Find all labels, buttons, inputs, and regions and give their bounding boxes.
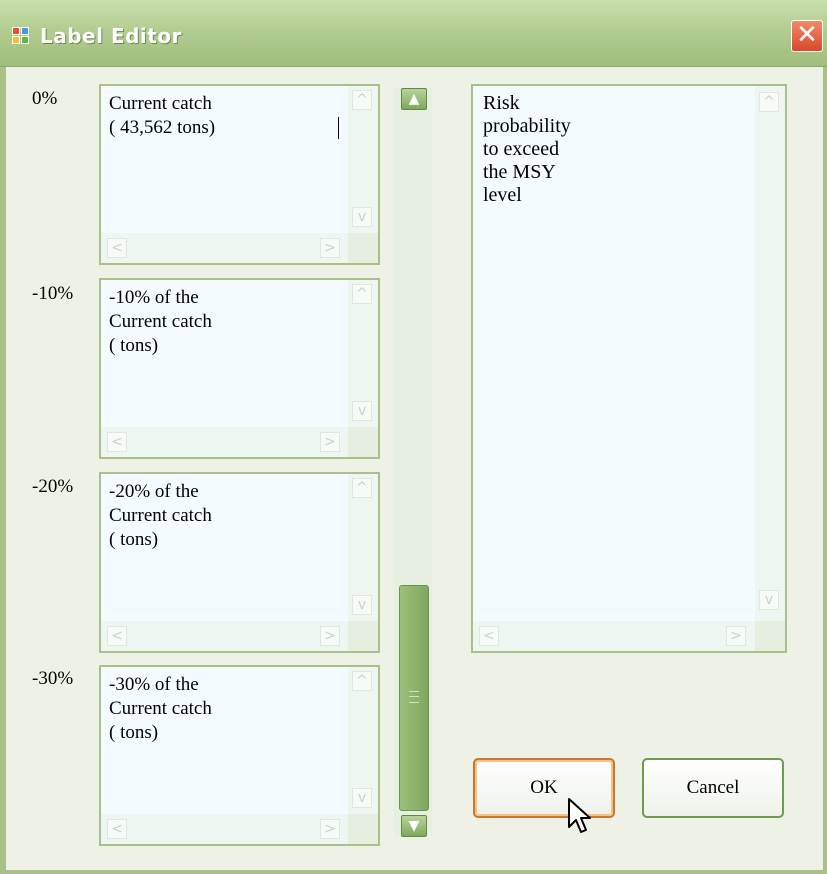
scroll-up-icon[interactable]: ^ [352, 478, 372, 498]
window-title: Label Editor [40, 24, 182, 48]
row-percent-label: 0% [32, 88, 58, 109]
vertical-scrollbar[interactable]: ^ v [755, 86, 785, 621]
panel-scroll-up-button[interactable]: ▲ [401, 88, 427, 110]
vertical-scrollbar[interactable]: ^ v [348, 86, 378, 233]
scroll-left-icon[interactable]: < [479, 626, 499, 646]
scroll-down-icon[interactable]: v [759, 590, 779, 610]
label-textbox[interactable]: -30% of the Current catch ( tons) ^ v < … [99, 665, 380, 846]
row-percent-label: -20% [32, 476, 74, 497]
scroll-left-icon[interactable]: < [107, 819, 127, 839]
label-textbox[interactable]: -10% of the Current catch ( tons) ^ v < … [99, 278, 380, 459]
scroll-up-icon[interactable]: ^ [759, 92, 779, 112]
scroll-left-icon[interactable]: < [107, 238, 127, 258]
scroll-right-icon[interactable]: > [320, 238, 340, 258]
scrollbar-corner [755, 621, 785, 651]
text-caret [338, 117, 339, 139]
cancel-button[interactable]: Cancel [642, 758, 784, 818]
scroll-right-icon[interactable]: > [320, 626, 340, 646]
scroll-right-icon[interactable]: > [320, 819, 340, 839]
row-percent-label: -30% [32, 668, 74, 689]
horizontal-scrollbar[interactable]: < > [101, 814, 348, 844]
scroll-down-icon: ▼ [408, 818, 420, 834]
label-textbox[interactable]: Current catch ( 43,562 tons) ^ v < > [99, 84, 380, 265]
scroll-down-icon[interactable]: v [352, 595, 372, 615]
horizontal-scrollbar[interactable]: < > [101, 233, 348, 263]
panel-scroll-thumb[interactable] [399, 585, 429, 811]
label-text: -20% of the Current catch ( tons) [109, 481, 212, 550]
horizontal-scrollbar[interactable]: < > [473, 621, 755, 651]
scrollbar-corner [348, 427, 378, 457]
row-percent-label: -10% [32, 283, 74, 304]
scroll-up-icon[interactable]: ^ [352, 90, 372, 110]
panel-scroll-down-button[interactable]: ▼ [401, 815, 427, 837]
grip-icon [409, 691, 419, 703]
ok-button[interactable]: OK [473, 758, 615, 818]
scroll-left-icon[interactable]: < [107, 626, 127, 646]
scroll-right-icon[interactable]: > [320, 432, 340, 452]
scrollbar-corner [348, 233, 378, 263]
title-bar[interactable]: Label Editor ✕ [0, 0, 827, 67]
scroll-up-icon: ▲ [408, 91, 420, 107]
scroll-right-icon[interactable]: > [726, 626, 746, 646]
horizontal-scrollbar[interactable]: < > [101, 621, 348, 651]
horizontal-scrollbar[interactable]: < > [101, 427, 348, 457]
close-icon: ✕ [796, 20, 818, 50]
scrollbar-corner [348, 621, 378, 651]
label-text: Current catch ( 43,562 tons) [109, 93, 216, 138]
close-button[interactable]: ✕ [791, 20, 823, 52]
app-window-icon [12, 27, 30, 45]
scrollbar-corner [348, 814, 378, 844]
scroll-down-icon[interactable]: v [352, 788, 372, 808]
label-textbox[interactable]: -20% of the Current catch ( tons) ^ v < … [99, 472, 380, 653]
label-text: -30% of the Current catch ( tons) [109, 674, 212, 743]
side-label-textbox[interactable]: Risk probability to exceed the MSY level… [471, 84, 787, 653]
scroll-up-icon[interactable]: ^ [352, 671, 372, 691]
vertical-scrollbar[interactable]: ^ v [348, 280, 378, 427]
scroll-down-icon[interactable]: v [352, 207, 372, 227]
scroll-left-icon[interactable]: < [107, 432, 127, 452]
side-label-text: Risk probability to exceed the MSY level [483, 92, 571, 206]
label-text: -10% of the Current catch ( tons) [109, 287, 212, 356]
vertical-scrollbar[interactable]: ^ v [348, 474, 378, 621]
scroll-up-icon[interactable]: ^ [352, 284, 372, 304]
vertical-scrollbar[interactable]: ^ v [348, 667, 378, 814]
mouse-pointer-icon [568, 798, 591, 833]
scroll-down-icon[interactable]: v [352, 401, 372, 421]
